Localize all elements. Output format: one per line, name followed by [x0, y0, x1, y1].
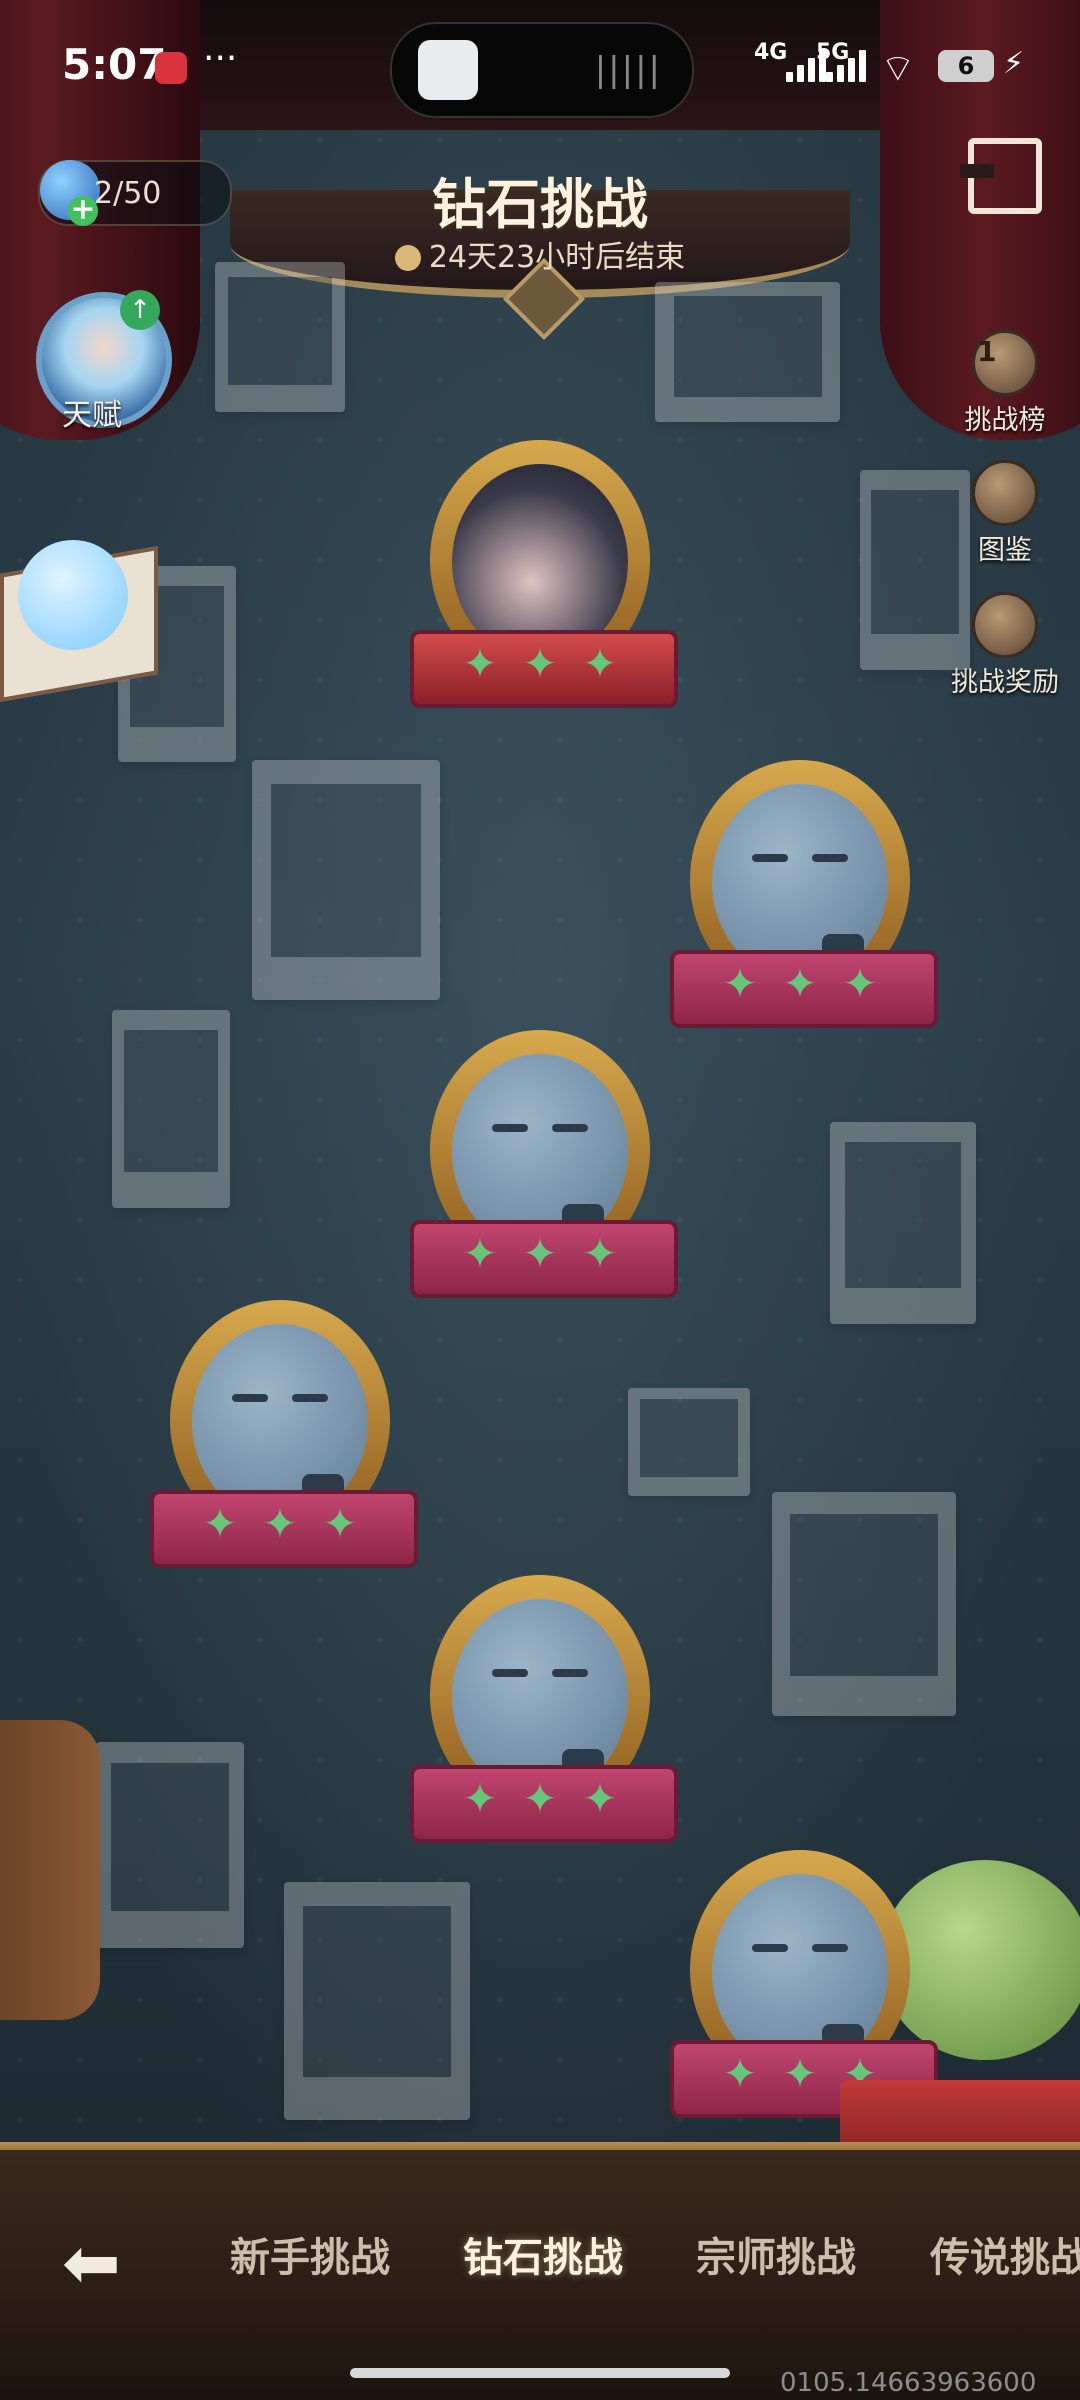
dynamic-island[interactable]: |||||	[390, 22, 694, 118]
level-node-5[interactable]: ✦ ✦ ✦	[410, 1575, 678, 1843]
leaderboard-label: 挑战榜	[964, 405, 1046, 436]
star-icon: ✦	[522, 639, 558, 688]
clock-icon	[394, 245, 421, 271]
star-icon: ✦	[582, 639, 618, 688]
barrel	[0, 1720, 100, 2020]
wall-photo	[628, 1388, 750, 1496]
build-id: 0105.14663963600	[780, 2368, 1037, 2398]
wall-photo	[772, 1492, 956, 1716]
upgrade-arrow-icon: ↑	[120, 290, 160, 330]
level-node-2[interactable]: ✦ ✦ ✦	[670, 760, 938, 1028]
page-title: 钻石挑战	[432, 173, 648, 236]
star-icon: ✦	[522, 1774, 558, 1823]
notification-app-icon	[155, 52, 187, 84]
wall-photo	[112, 1010, 230, 1208]
back-arrow-icon[interactable]: ⬅	[62, 2222, 121, 2304]
star-icon: ✦	[782, 2049, 818, 2098]
star-icon: ✦	[202, 1499, 238, 1548]
leaderboard-button[interactable]: 挑战榜	[940, 330, 1070, 437]
wifi-icon: ⌔	[880, 46, 916, 90]
wall-photo	[252, 760, 440, 1000]
star-icon: ✦	[462, 1774, 498, 1823]
books-icon	[972, 460, 1038, 526]
status-bar: 5:07 ··· ||||| 4G 5G ⌔ 6 ⚡	[0, 0, 1080, 140]
star-icon: ✦	[522, 1229, 558, 1278]
tab-novice-challenge[interactable]: 新手挑战	[230, 2225, 390, 2283]
star-icon: ✦	[582, 1774, 618, 1823]
star-icon: ✦	[262, 1499, 298, 1548]
tab-diamond-challenge[interactable]: 钻石挑战	[463, 2225, 623, 2283]
star-icon: ✦	[322, 1499, 358, 1548]
charging-icon: ⚡	[1003, 46, 1025, 81]
leaderboard-rank-badge: 1	[977, 335, 997, 368]
star-icon: ✦	[722, 959, 758, 1008]
wall-photo	[830, 1122, 976, 1324]
wall-photo	[215, 262, 345, 412]
star-icon: ✦	[462, 639, 498, 688]
tab-legend-challenge[interactable]: 传说挑战	[930, 2225, 1080, 2283]
gift-icon	[972, 592, 1038, 658]
exit-icon[interactable]	[960, 138, 1042, 214]
battery-icon: 6	[938, 50, 994, 82]
star-icon: ✦	[462, 1229, 498, 1278]
status-time: 5:07	[62, 40, 167, 89]
star-icon: ✦	[582, 1229, 618, 1278]
island-app-icon	[418, 40, 478, 100]
wall-photo	[860, 470, 970, 670]
level-node-1[interactable]: ✦ ✦ ✦	[410, 440, 678, 708]
talent-label: 天赋	[62, 398, 122, 433]
audio-wave-icon: |||||	[594, 50, 662, 90]
level-node-3[interactable]: ✦ ✦ ✦	[410, 1030, 678, 1298]
wall-photo	[655, 282, 840, 422]
level-node-6[interactable]: ✦ ✦ ✦	[670, 1850, 938, 2118]
status-more-icon: ···	[203, 38, 238, 79]
ghost-king-mascot	[18, 540, 128, 650]
signal-icon-5g	[826, 48, 872, 82]
wall-photo	[96, 1742, 244, 1948]
network-4g-label: 4G	[754, 40, 788, 65]
level-node-4[interactable]: ✦ ✦ ✦	[150, 1300, 418, 1568]
star-icon: ✦	[842, 959, 878, 1008]
star-icon: ✦	[722, 2049, 758, 2098]
tab-grandmaster-challenge[interactable]: 宗师挑战	[696, 2225, 856, 2283]
event-timer-text: 24天23小时后结束	[428, 240, 686, 275]
wall-photo	[284, 1882, 470, 2120]
home-indicator[interactable]	[350, 2368, 730, 2378]
star-icon: ✦	[782, 959, 818, 1008]
event-timer: 24天23小时后结束	[0, 232, 1080, 276]
